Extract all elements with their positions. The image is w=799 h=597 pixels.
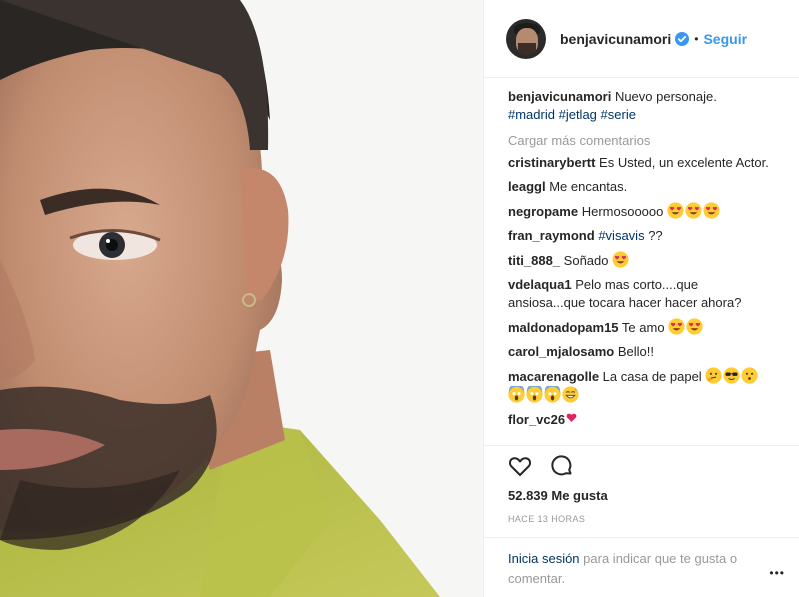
header-username[interactable]: benjavicunamori <box>560 31 671 47</box>
comment-username[interactable]: negropame <box>508 204 578 219</box>
heart-eyes-emoji-icon <box>667 202 684 219</box>
avatar[interactable] <box>506 18 546 59</box>
load-more-comments-button[interactable]: Cargar más comentarios <box>508 132 778 150</box>
comment: cristinarybertt Es Usted, un excelente A… <box>508 154 778 172</box>
comment-text: Hermosooooo <box>581 204 664 219</box>
comment-username[interactable]: cristinarybertt <box>508 155 595 170</box>
heart-eyes-emoji-icon <box>686 318 703 335</box>
caption-text: Nuevo personaje. <box>614 89 717 104</box>
heart-eyes-emoji-icon <box>668 318 685 335</box>
portrait-image <box>0 0 483 597</box>
comment: leaggl Me encantas. <box>508 178 778 196</box>
divider <box>484 445 799 446</box>
scream-emoji-icon <box>526 386 543 403</box>
hashtag-link[interactable]: #madrid <box>508 107 555 122</box>
post-timestamp: HACE 13 HORAS <box>508 514 586 524</box>
comment: negropame Hermosooooo <box>508 202 778 221</box>
verified-badge-icon <box>675 31 690 46</box>
more-options-icon[interactable]: ••• <box>769 566 785 580</box>
caption: benjavicunamori Nuevo personaje. #madrid… <box>508 88 778 124</box>
hashtag-link[interactable]: #visavis <box>598 228 644 243</box>
scream-emoji-icon <box>508 386 525 403</box>
post-photo[interactable] <box>0 0 483 597</box>
comment-text: Soñado <box>563 253 609 268</box>
comment-text: Me encantas. <box>549 179 628 194</box>
comment-text: Te amo <box>621 320 665 335</box>
comment-username[interactable]: macarenagolle <box>508 369 599 384</box>
post-actions <box>508 454 574 478</box>
comment-text: Bello!! <box>617 344 654 359</box>
comment-username[interactable]: maldonadopam15 <box>508 320 619 335</box>
comment-text: ?? <box>648 228 663 243</box>
comment: carol_mjalosamo Bello!! <box>508 343 778 361</box>
hashtag-link[interactable]: #serie <box>601 107 636 122</box>
comment-text: Es Usted, un excelente Actor. <box>599 155 769 170</box>
comment: fran_raymond #visavis ?? <box>508 227 778 245</box>
heart-eyes-emoji-icon <box>703 202 720 219</box>
instagram-post: benjavicunamori • Seguir benjavicunamori… <box>0 0 799 597</box>
smile-sweat-emoji-icon <box>562 386 579 403</box>
heart-emoji-icon <box>566 413 577 422</box>
login-prompt: Inicia sesión para indicar que te gusta … <box>508 549 768 589</box>
heart-eyes-emoji-icon <box>685 202 702 219</box>
hashtag-link[interactable]: #jetlag <box>559 107 597 122</box>
thinking-emoji-icon <box>705 367 722 384</box>
comment-bubble-icon[interactable] <box>550 454 574 478</box>
comment-username[interactable]: flor_vc26 <box>508 412 565 427</box>
comment-username[interactable]: carol_mjalosamo <box>508 344 614 359</box>
post-header: benjavicunamori • Seguir <box>484 0 799 78</box>
comment-username[interactable]: titi_888_ <box>508 253 560 268</box>
post-panel: benjavicunamori • Seguir benjavicunamori… <box>483 0 799 597</box>
comment: vdelaqua1 Pelo mas corto....que ansiosa.… <box>508 276 778 312</box>
comment: flor_vc26 <box>508 411 778 429</box>
neutral-emoji-icon <box>741 367 758 384</box>
login-link[interactable]: Inicia sesión <box>508 551 580 566</box>
scream-emoji-icon <box>544 386 561 403</box>
like-heart-icon[interactable] <box>508 454 532 478</box>
follow-button[interactable]: Seguir <box>703 31 747 47</box>
caption-username[interactable]: benjavicunamori <box>508 89 611 104</box>
comment-username[interactable]: fran_raymond <box>508 228 595 243</box>
comments-section: benjavicunamori Nuevo personaje. #madrid… <box>508 88 778 435</box>
comment-username[interactable]: leaggl <box>508 179 546 194</box>
sunglasses-emoji-icon <box>723 367 740 384</box>
comment: maldonadopam15 Te amo <box>508 318 778 337</box>
comment: macarenagolle La casa de papel <box>508 367 778 405</box>
likes-count[interactable]: 52.839 Me gusta <box>508 488 608 503</box>
comment-text: La casa de papel <box>602 369 702 384</box>
comment-username[interactable]: vdelaqua1 <box>508 277 572 292</box>
heart-eyes-emoji-icon <box>612 251 629 268</box>
divider <box>484 537 799 538</box>
separator-dot: • <box>694 31 699 46</box>
comment: titi_888_ Soñado <box>508 251 778 270</box>
